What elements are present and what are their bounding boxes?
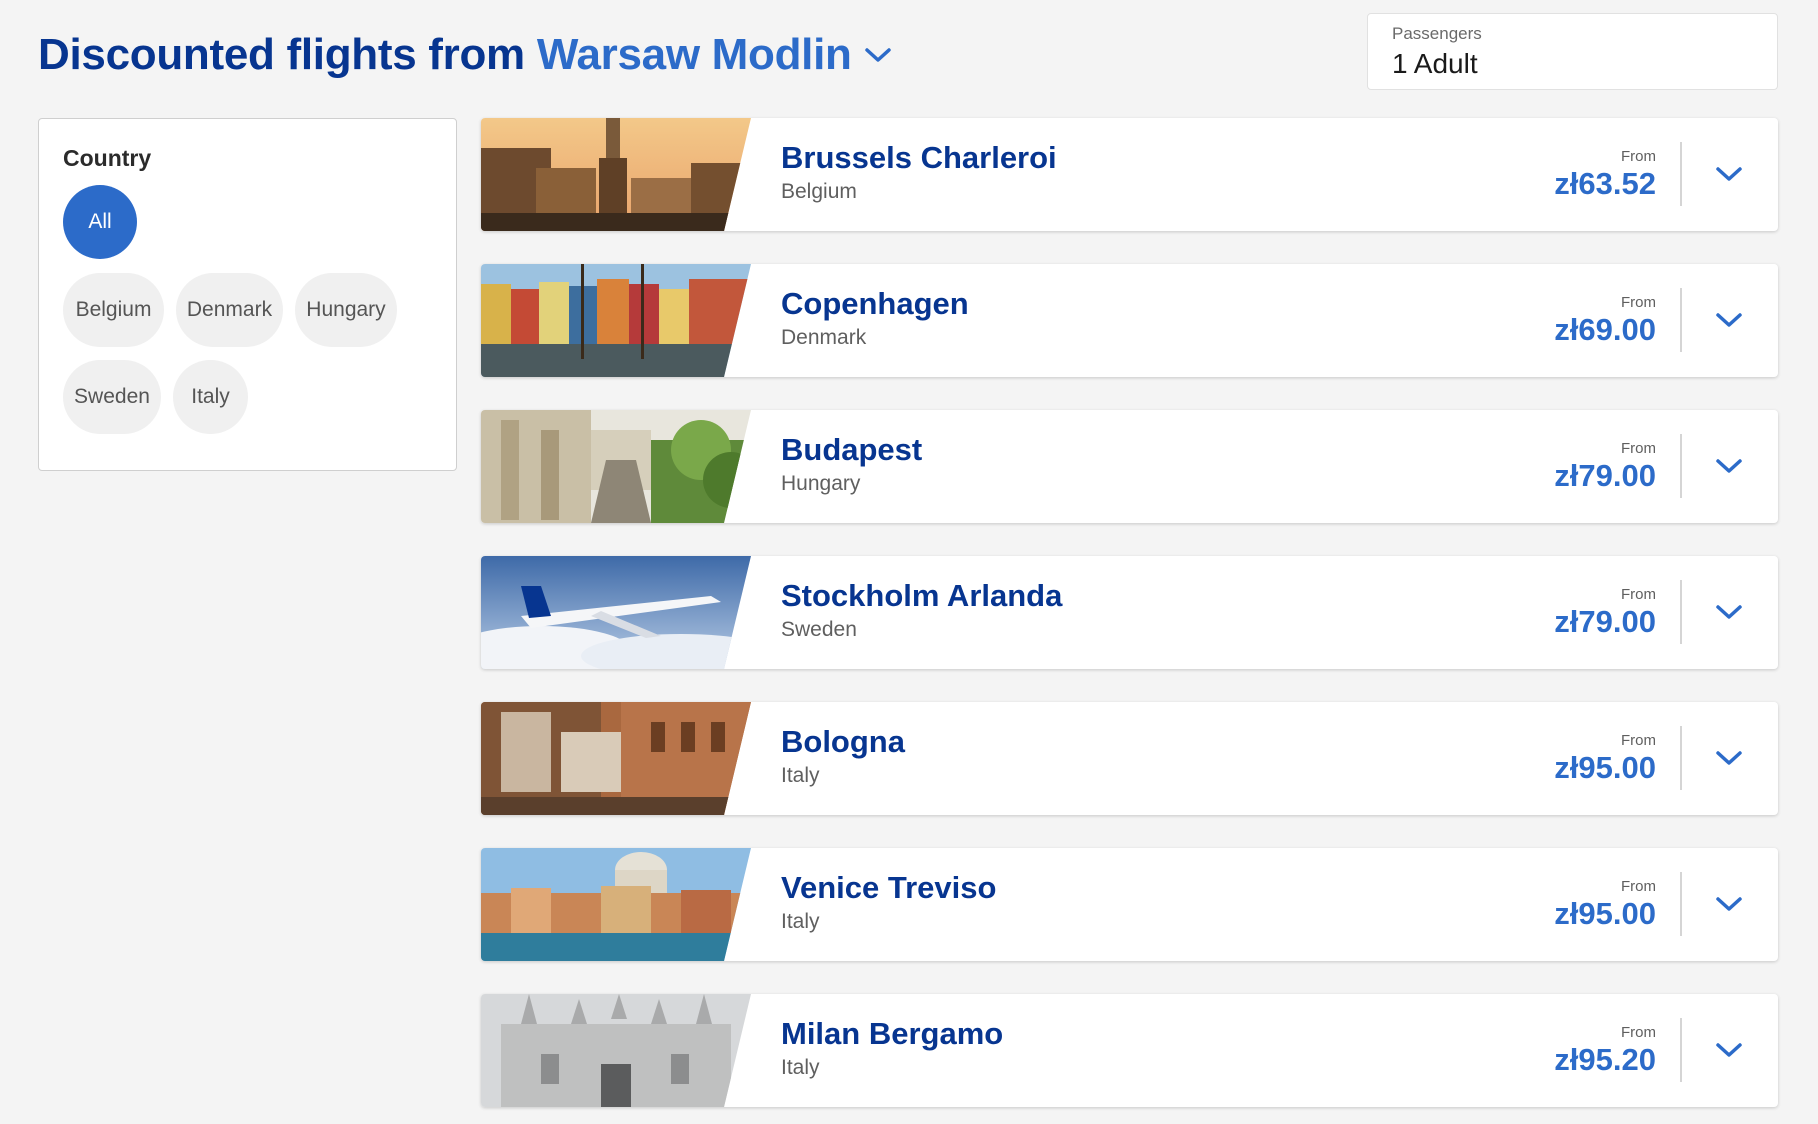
filter-title: Country [63,145,152,171]
grand-canal-photo [481,848,751,961]
destination-city: Venice Treviso [781,870,997,905]
milan-duomo-photo [481,994,751,1107]
destination-card-stockholm-arlanda[interactable]: Stockholm Arlanda Sweden From zł79.00 [481,556,1778,669]
passengers-label: Passengers [1392,24,1482,43]
chevron-down-icon [1716,459,1742,473]
flights-page: Discounted flights from Warsaw Modlin Pa… [0,0,1818,1124]
origin-airport-selector[interactable]: Warsaw Modlin [537,30,892,80]
divider [1680,434,1682,498]
from-label: From [1621,878,1656,895]
country-chip-belgium[interactable]: Belgium [63,273,164,347]
from-label: From [1621,586,1656,603]
country-filter-panel: Country All Belgium Denmark Hungary Swed… [38,118,457,471]
country-chip-hungary[interactable]: Hungary [295,273,397,347]
expand-button[interactable] [1709,884,1749,924]
chevron-down-icon [864,48,891,62]
expand-button[interactable] [1709,446,1749,486]
fare-price: zł79.00 [1554,458,1656,493]
fare-price: zł95.20 [1554,1042,1656,1077]
destination-city: Stockholm Arlanda [781,578,1063,613]
destination-city: Budapest [781,432,923,467]
chevron-down-icon [1716,167,1742,181]
destination-card-copenhagen[interactable]: Copenhagen Denmark From zł69.00 [481,264,1778,377]
divider [1680,580,1682,644]
destination-card-budapest[interactable]: Budapest Hungary From zł79.00 [481,410,1778,523]
title-prefix: Discounted flights from [38,30,525,79]
destination-city: Copenhagen [781,286,969,321]
bologna-towers-photo [481,702,751,815]
expand-button[interactable] [1709,592,1749,632]
from-label: From [1621,732,1656,749]
chevron-down-icon [1716,897,1742,911]
grand-place-photo [481,118,751,231]
destination-country: Belgium [781,180,857,203]
destination-card-bologna[interactable]: Bologna Italy From zł95.00 [481,702,1778,815]
chevron-down-icon [1716,1043,1742,1057]
from-label: From [1621,440,1656,457]
nyhavn-photo [481,264,751,377]
divider [1680,288,1682,352]
passengers-selector[interactable]: Passengers 1 Adult [1367,13,1778,90]
origin-airport-name: Warsaw Modlin [536,30,852,79]
fare-price: zł63.52 [1554,166,1656,201]
country-chip-denmark[interactable]: Denmark [176,273,283,347]
destination-country: Italy [781,764,820,787]
destination-card-milan-bergamo[interactable]: Milan Bergamo Italy From zł95.20 [481,994,1778,1107]
passengers-value: 1 Adult [1392,48,1478,79]
expand-button[interactable] [1709,154,1749,194]
destination-card-venice-treviso[interactable]: Venice Treviso Italy From zł95.00 [481,848,1778,961]
fishermans-bastion-photo [481,410,751,523]
divider [1680,726,1682,790]
fare-price: zł95.00 [1554,896,1656,931]
page-title: Discounted flights from Warsaw Modlin [38,30,892,80]
country-chip-all[interactable]: All [63,185,137,259]
fare-price: zł69.00 [1554,312,1656,347]
destination-card-brussels-charleroi[interactable]: Brussels Charleroi Belgium From zł63.52 [481,118,1778,231]
expand-button[interactable] [1709,1030,1749,1070]
expand-button[interactable] [1709,738,1749,778]
divider [1680,872,1682,936]
destination-country: Italy [781,1056,820,1079]
destination-country: Hungary [781,472,861,495]
from-label: From [1621,294,1656,311]
destination-country: Sweden [781,618,857,641]
expand-button[interactable] [1709,300,1749,340]
divider [1680,1018,1682,1082]
country-chip-italy[interactable]: Italy [173,360,248,434]
destination-city: Bologna [781,724,905,759]
ryanair-plane-photo [481,556,751,669]
destination-city: Milan Bergamo [781,1016,1004,1051]
chevron-down-icon [1716,751,1742,765]
from-label: From [1621,1024,1656,1041]
fare-price: zł95.00 [1554,750,1656,785]
destination-country: Italy [781,910,820,933]
fare-price: zł79.00 [1554,604,1656,639]
chevron-down-icon [1716,605,1742,619]
country-chip-sweden[interactable]: Sweden [63,360,161,434]
from-label: From [1621,148,1656,165]
destination-city: Brussels Charleroi [781,140,1057,175]
destination-country: Denmark [781,326,867,349]
divider [1680,142,1682,206]
chevron-down-icon [1716,313,1742,327]
